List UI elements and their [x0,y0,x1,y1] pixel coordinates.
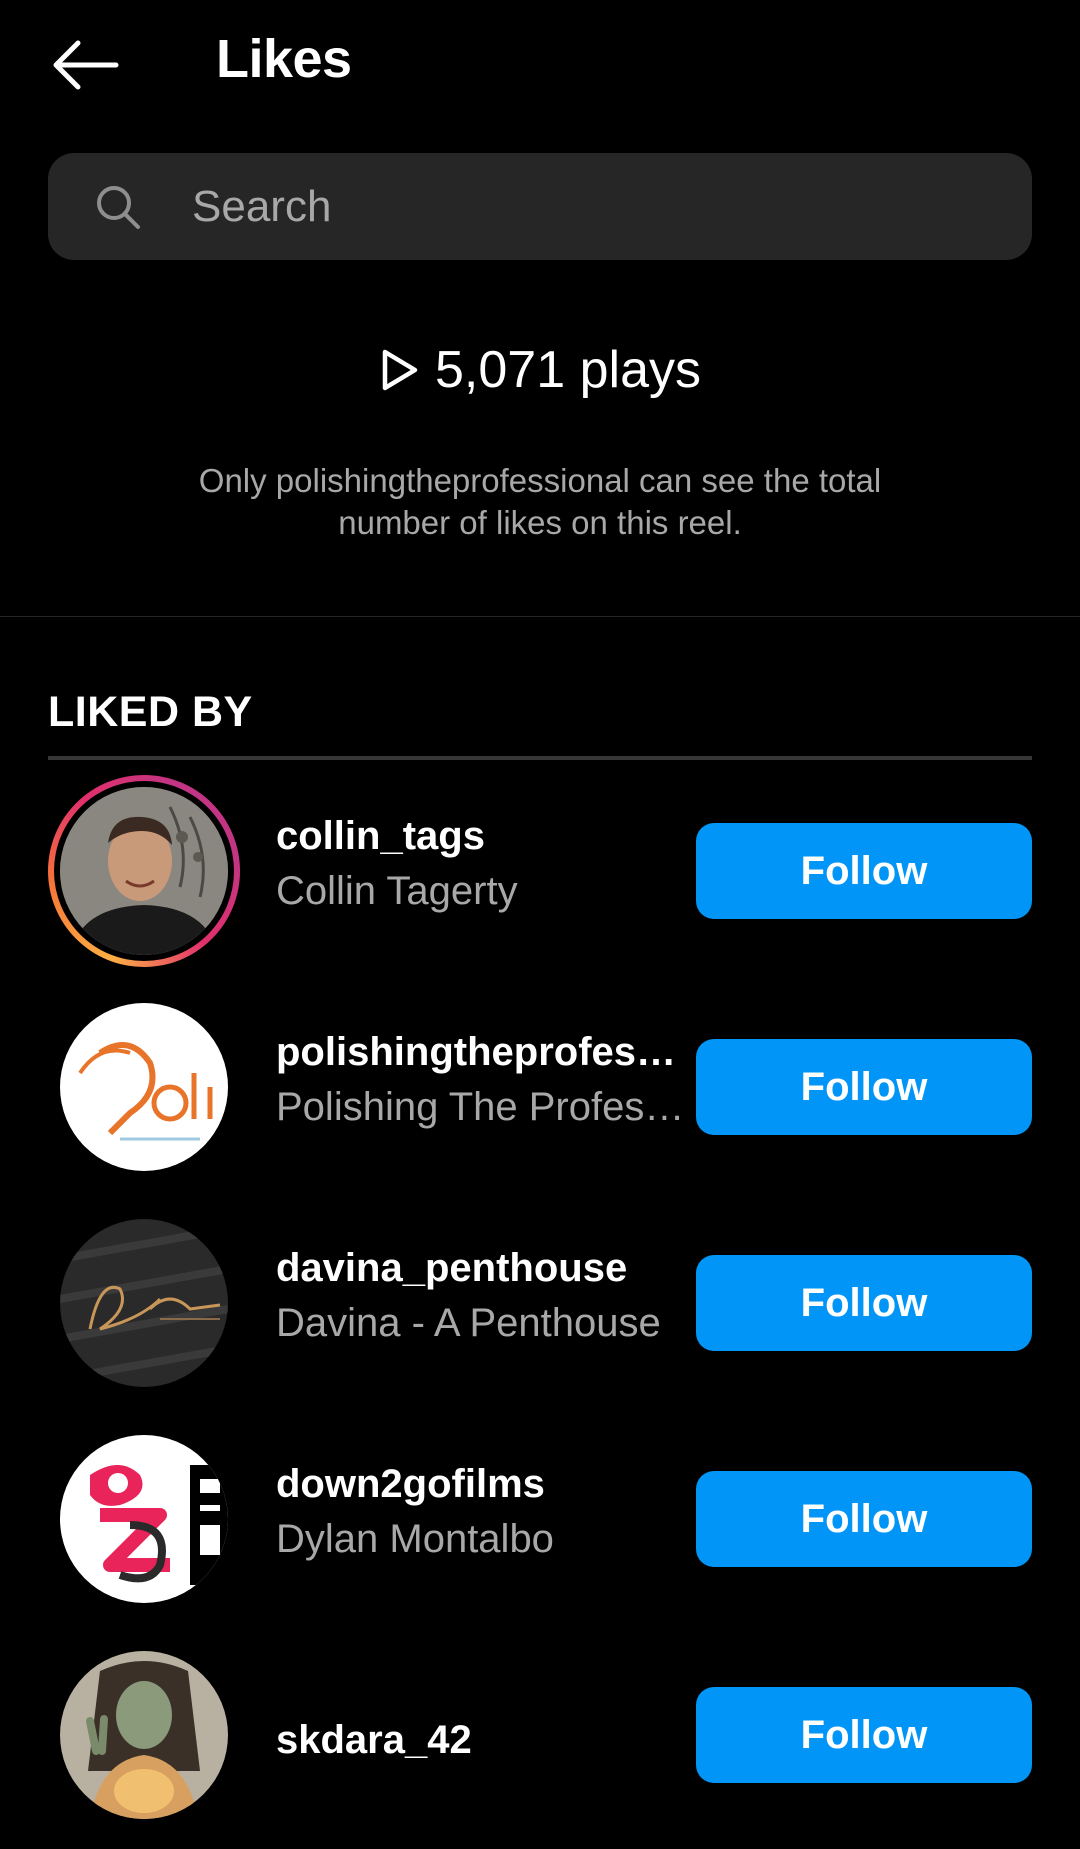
plays-count: 5,071 plays [0,340,1080,400]
avatar [60,1435,228,1603]
back-button[interactable] [40,30,130,100]
avatar [60,787,228,955]
user-info[interactable]: collin_tags Collin Tagerty [276,810,696,920]
follow-button[interactable]: Follow [696,823,1032,919]
list-item[interactable]: polishingtheprofessi… Polishing The Prof… [0,986,1080,1186]
full-name: Dylan Montalbo [276,1517,554,1561]
follow-button[interactable]: Follow [696,1255,1032,1351]
user-info[interactable]: polishingtheprofessi… Polishing The Prof… [276,1026,696,1136]
search-icon [97,186,140,229]
arrow-left-icon [53,40,119,90]
follow-button[interactable]: Follow [696,1039,1032,1135]
list-item[interactable]: davina_penthouse Davina - A Penthouse Fo… [0,1202,1080,1402]
liked-by-tab[interactable]: LIKED BY [48,688,253,737]
avatar-wrap[interactable] [48,1207,240,1399]
list-item[interactable]: collin_tags Collin Tagerty Follow [0,770,1080,970]
search-bar[interactable] [48,153,1032,260]
user-info[interactable]: davina_penthouse Davina - A Penthouse [276,1242,696,1352]
header: Likes [0,0,1080,130]
search-input[interactable] [192,153,972,260]
username: davina_penthouse [276,1246,628,1290]
avatar-wrap[interactable] [48,991,240,1183]
avatar [60,1219,228,1387]
play-icon [382,349,418,391]
username: polishingtheprofessi… [276,1030,696,1074]
username: collin_tags [276,814,485,858]
avatar [60,1003,228,1171]
follow-button[interactable]: Follow [696,1471,1032,1567]
list-item[interactable]: down2gofilms Dylan Montalbo Follow [0,1418,1080,1618]
full-name: Polishing The Profes… [276,1085,685,1129]
page-title: Likes [216,29,352,89]
likes-screen: Likes 5,071 plays Only polishingtheprofe… [0,0,1080,1849]
user-info[interactable]: skdara_42 [276,1714,696,1766]
follow-button[interactable]: Follow [696,1687,1032,1783]
tab-underline [48,756,1032,760]
full-name: Davina - A Penthouse [276,1301,661,1345]
story-ring[interactable] [48,775,240,967]
divider [0,616,1080,617]
username: skdara_42 [276,1718,472,1762]
list-item[interactable]: skdara_42 Follow [0,1634,1080,1834]
username: down2gofilms [276,1462,545,1506]
avatar [60,1651,228,1819]
user-info[interactable]: down2gofilms Dylan Montalbo [276,1458,696,1568]
avatar-wrap[interactable] [48,1423,240,1615]
plays-text: 5,071 plays [435,341,701,399]
avatar-wrap[interactable] [48,1639,240,1831]
likes-privacy-notice: Only polishingtheprofessional can see th… [198,462,882,541]
full-name: Collin Tagerty [276,869,518,913]
